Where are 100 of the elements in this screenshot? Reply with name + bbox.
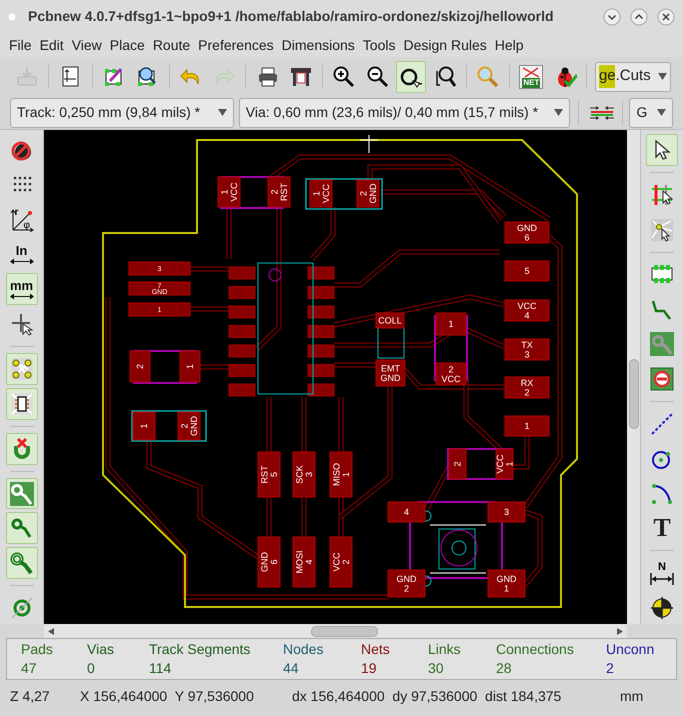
toolbar-icon (650, 482, 674, 506)
toolbar-icon (650, 412, 674, 436)
stat-value: 19 (361, 659, 378, 678)
toolbar-icon (650, 218, 674, 242)
pcb-pad: GND 6 (504, 222, 550, 244)
pcb-pad: VCC 1 (494, 448, 514, 480)
relative-position: dx 156,464000 dy 97,536000 dist 184,375 (292, 687, 562, 706)
pcb-pad: RST 5 (258, 452, 280, 498)
pcb-pad: VCC 4 (504, 300, 550, 322)
pcb-pad: 4 (388, 502, 426, 522)
menu-item[interactable]: Place (106, 34, 149, 56)
minimize-icon[interactable] (603, 8, 621, 26)
grid-dropdown[interactable]: G (629, 98, 673, 128)
caret-icon (656, 109, 666, 116)
toolbar-button[interactable]: N (646, 557, 678, 590)
toolbar-button[interactable]: T (646, 512, 678, 544)
scrollbar-thumb[interactable] (311, 626, 378, 636)
pcb-pad: MOSI 4 (292, 536, 316, 588)
vertical-scrollbar[interactable] (627, 130, 640, 624)
toolbar-button[interactable] (6, 388, 38, 420)
toolbar-icon (10, 356, 34, 381)
toolbar-icon (650, 332, 674, 356)
scroll-right-icon[interactable] (617, 628, 623, 634)
pcb-pad: 5 (504, 260, 550, 282)
stat-label: Vias (87, 640, 115, 659)
stat-label: Links (428, 640, 462, 659)
stat-value: 0 (87, 659, 96, 678)
pcb-pad: 2 GND (356, 180, 380, 208)
pcb-pad: 2 VCC (436, 362, 466, 386)
silkscreen-line (430, 572, 486, 574)
menu-item[interactable]: Tools (358, 34, 400, 56)
toolbar-icon (366, 64, 390, 88)
track-width-dropdown[interactable]: Track: 0,250 mm (9,84 mils) * (10, 98, 234, 128)
toolbar-button[interactable]: r φ (6, 204, 38, 236)
pcb-pad: 1 (132, 412, 156, 440)
scrollbar-thumb[interactable] (628, 359, 638, 429)
polar-label: r (14, 208, 18, 218)
pcb-pad: TX 3 (504, 338, 550, 360)
cursor-crosshair-icon (360, 134, 378, 154)
menu-item[interactable]: Edit (36, 34, 68, 56)
menu-item[interactable]: Preferences (194, 34, 278, 56)
double-arrow-icon (10, 258, 34, 265)
caret-icon (554, 109, 563, 116)
toolbar-icon (10, 596, 34, 620)
pcb-pad: 1 VCC (310, 180, 332, 208)
toolbar-button[interactable] (646, 134, 678, 166)
stat-label: Connections (496, 640, 575, 659)
netlist-label: NET (522, 78, 540, 88)
pcb-pad: GND 1 (488, 570, 526, 598)
menu-item[interactable]: Help (490, 34, 528, 56)
menu-item[interactable]: File (5, 34, 36, 56)
toolbar-button[interactable]: NET (516, 60, 547, 92)
units-label: In (16, 244, 28, 258)
via-size-dropdown[interactable]: Via: 0,60 mm (23,6 mils)/ 0,40 mm (15,7 mils) * (238, 98, 570, 128)
toolbar-button[interactable]: In (6, 238, 38, 270)
stat-label: Pads (21, 640, 54, 659)
pcb-pad: EMT GND (376, 360, 406, 386)
pcb-pad: COLL (376, 312, 404, 328)
toolbar-icon (10, 482, 34, 506)
menu-item[interactable]: Design Rules (399, 34, 491, 56)
horizontal-scrollbar[interactable] (44, 624, 627, 638)
maximize-icon[interactable] (630, 8, 648, 26)
toolbar-button[interactable]: mm (6, 273, 38, 306)
stat-value: 2 (606, 659, 615, 678)
pcb-pad: 2 (130, 350, 150, 382)
toolbar-icon (15, 64, 40, 88)
toolbar-button[interactable] (6, 353, 38, 385)
stat-value: 44 (283, 659, 300, 678)
toolbar-icon (10, 312, 34, 336)
close-icon[interactable] (657, 8, 675, 26)
toolbar-icon (10, 551, 34, 576)
cursor-position: X 156,464000 Y 97,536000 (80, 687, 255, 706)
pcb-pad: 1 (180, 350, 200, 382)
polar-label: φ (24, 220, 30, 231)
toolbar-button[interactable] (396, 60, 426, 92)
pcb-pad: MISO 1 (330, 452, 352, 498)
menu-item[interactable]: View (68, 34, 106, 56)
toolbar-icon (332, 64, 356, 88)
scroll-left-icon[interactable] (48, 628, 54, 634)
menu-item[interactable]: Dimensions (278, 34, 359, 56)
text-tool-label: T (653, 515, 671, 542)
zoom-readout: Z 4,27 (10, 687, 51, 706)
caret-icon (658, 73, 668, 80)
stat-label: Unconn (606, 640, 656, 659)
cross-icon (522, 66, 540, 78)
pcb-pad: 1 (504, 416, 550, 436)
units-label: mm (10, 278, 34, 293)
stat-value: 114 (149, 659, 172, 678)
stat-label: Track Segments (149, 640, 252, 659)
stat-value: 47 (21, 659, 38, 678)
toolbar-icon (650, 366, 674, 391)
pcb-pad: 2 RST (268, 176, 290, 208)
stat-label: Nets (361, 640, 391, 659)
pcb-pad: 2 (448, 448, 466, 480)
pcb-pad: VCC 2 (330, 536, 352, 588)
units-readout: mm (620, 687, 644, 706)
toolbar-icon (10, 392, 34, 416)
menu-item[interactable]: Route (148, 34, 194, 56)
silkscreen-line (430, 524, 486, 526)
pcb-pad: RX 2 (504, 376, 550, 398)
